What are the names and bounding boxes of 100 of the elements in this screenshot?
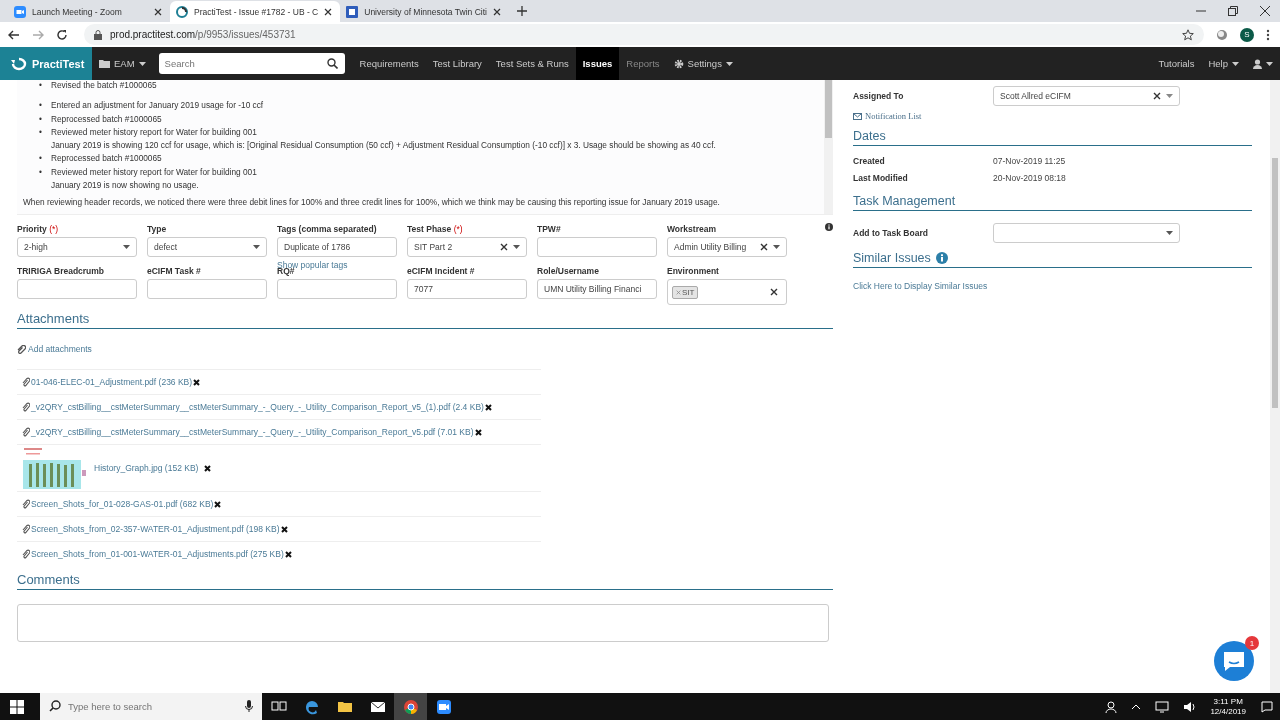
- extension-icon[interactable]: [1216, 28, 1228, 41]
- browser-tab[interactable]: PractiTest - Issue #1782 - UB - C: [170, 1, 341, 22]
- video-icon: [435, 698, 452, 715]
- favicon-icon: [176, 5, 188, 18]
- notification-badge: 1: [1245, 636, 1259, 650]
- caret-icon: [1166, 94, 1173, 98]
- file-link[interactable]: Screen_Shots_from_01-001-WATER-01_Adjustments.pdf (275 KB): [31, 549, 284, 559]
- nav-link[interactable]: Issues: [575, 47, 620, 80]
- input-field[interactable]: [17, 279, 137, 299]
- select-field[interactable]: [993, 223, 1180, 243]
- browser-tab[interactable]: University of Minnesota Twin Citi: [340, 1, 509, 22]
- chat-button[interactable]: [1214, 641, 1254, 681]
- select-field[interactable]: Scott Allred eCIFM: [993, 86, 1180, 106]
- list-item: Reprocessed batch #1000065: [51, 112, 163, 126]
- field-label: Environment: [667, 266, 720, 276]
- paperclip-icon: [22, 377, 30, 387]
- nav-link[interactable]: Requirements: [352, 47, 426, 80]
- restore-icon[interactable]: [1228, 6, 1238, 16]
- input-field[interactable]: 7077: [407, 279, 527, 299]
- nav-link[interactable]: Tutorials: [1151, 47, 1202, 80]
- select-field[interactable]: Admin Utility Billing: [667, 237, 787, 257]
- search-field[interactable]: Type here to search: [40, 693, 262, 720]
- windows-icon[interactable]: [10, 699, 24, 714]
- settings-menu[interactable]: Settings: [666, 47, 740, 80]
- field-label: Test Phase (*): [407, 224, 464, 234]
- paperclip-icon: [17, 344, 26, 354]
- paperclip-icon: [22, 549, 30, 559]
- scrollbar[interactable]: [824, 80, 833, 214]
- browser-tab[interactable]: Launch Meeting - Zoom: [8, 1, 170, 22]
- field-label: TRIRIGA Breadcrumb: [17, 266, 106, 276]
- close-icon[interactable]: [154, 7, 162, 16]
- link[interactable]: Notification List: [853, 111, 1252, 121]
- reload-icon[interactable]: [56, 28, 68, 41]
- tag-field[interactable]: SIT: [667, 279, 787, 305]
- help-menu[interactable]: Help: [1201, 47, 1246, 80]
- clock[interactable]: 3:11 PM 12/4/2019: [1210, 696, 1246, 717]
- input-field[interactable]: [277, 279, 397, 299]
- bullet: •: [39, 152, 42, 166]
- input-field[interactable]: [147, 279, 267, 299]
- close-icon[interactable]: [1260, 6, 1270, 16]
- input-field[interactable]: Duplicate of 1786: [277, 237, 397, 257]
- select-field[interactable]: SIT Part 2: [407, 237, 527, 257]
- field-label: Tags (comma separated): [277, 224, 378, 234]
- nav-link[interactable]: Test Library: [425, 47, 489, 80]
- field-label: Priority (*): [17, 224, 60, 234]
- caret-up-icon[interactable]: [1131, 703, 1142, 710]
- delete-icon[interactable]: [193, 378, 201, 386]
- scrollbar[interactable]: [1270, 80, 1280, 693]
- file-link[interactable]: _v2QRY_cstBilling__cstMeterSummary__cstMeterSummary_-_Query_-_Utility_Comparison_Report_v5.pdf (7.01 KB): [31, 427, 474, 437]
- file-link[interactable]: 01-046-ELEC-01_Adjustment.pdf (236 KB): [31, 377, 193, 387]
- notification-icon[interactable]: [1261, 700, 1273, 713]
- back-icon[interactable]: [8, 29, 20, 40]
- star-icon[interactable]: [1182, 28, 1194, 41]
- delete-icon[interactable]: [214, 500, 222, 508]
- field-label: eCIFM Task #: [147, 266, 202, 276]
- profile-avatar[interactable]: S: [1240, 27, 1254, 42]
- close-icon[interactable]: [492, 7, 501, 16]
- logo[interactable]: PractiTest: [0, 47, 92, 80]
- delete-icon[interactable]: [204, 464, 212, 472]
- volume-icon[interactable]: [1183, 700, 1196, 713]
- clear-icon[interactable]: [770, 288, 778, 296]
- input-field[interactable]: [537, 237, 657, 257]
- delete-icon[interactable]: [474, 428, 482, 436]
- caret-icon: [725, 61, 733, 66]
- bullet: •: [39, 80, 42, 92]
- address-field[interactable]: prod.practitest.com/p/9953/issues/453731: [84, 24, 1204, 45]
- close-icon[interactable]: [324, 7, 333, 16]
- menu-icon[interactable]: [1266, 28, 1270, 41]
- network-icon[interactable]: [1155, 700, 1170, 713]
- file-link[interactable]: History_Graph.jpg (152 KB): [94, 463, 199, 473]
- field-label: eCIFM Incident #: [407, 266, 476, 276]
- project-menu[interactable]: EAM: [92, 47, 153, 80]
- file-link[interactable]: Screen_Shots_from_02-357-WATER-01_Adjustment.pdf (198 KB): [31, 524, 280, 534]
- new-tab-icon[interactable]: [516, 6, 527, 16]
- clear-icon[interactable]: [760, 243, 768, 251]
- search-field[interactable]: Search: [158, 53, 345, 74]
- clear-icon[interactable]: [1153, 92, 1161, 100]
- link[interactable]: Add attachments: [17, 344, 833, 354]
- clear-icon[interactable]: [500, 243, 508, 251]
- field-label: Last Modified: [853, 173, 909, 183]
- caret-icon: [1266, 61, 1273, 66]
- microphone-icon: [245, 700, 253, 712]
- comment-field[interactable]: [17, 604, 829, 642]
- section-heading: Dates: [853, 129, 1252, 146]
- file-link[interactable]: Screen_Shots_for_01-028-GAS-01.pdf (682 KB): [31, 499, 214, 509]
- select-field[interactable]: 2-high: [17, 237, 137, 257]
- select-field[interactable]: defect: [147, 237, 267, 257]
- people-icon[interactable]: [1105, 700, 1118, 713]
- file-link[interactable]: _v2QRY_cstBilling__cstMeterSummary__cstMeterSummary_-_Query_-_Utility_Comparison_Report_v5_(1).pdf (2.4 KB): [31, 402, 484, 412]
- delete-icon[interactable]: [280, 525, 288, 533]
- field-label: TPW#: [537, 224, 562, 234]
- delete-icon[interactable]: [284, 550, 292, 558]
- tag-chip[interactable]: SIT: [672, 285, 699, 299]
- favicon-icon: [14, 5, 26, 18]
- link[interactable]: Click Here to Display Similar Issues: [853, 281, 1252, 291]
- delete-icon[interactable]: [484, 403, 492, 411]
- nav-link[interactable]: Test Sets & Runs: [488, 47, 576, 80]
- caret-icon: [138, 61, 146, 66]
- input-field[interactable]: UMN Utility Billing Financi: [537, 279, 657, 299]
- caret-icon: [123, 245, 130, 249]
